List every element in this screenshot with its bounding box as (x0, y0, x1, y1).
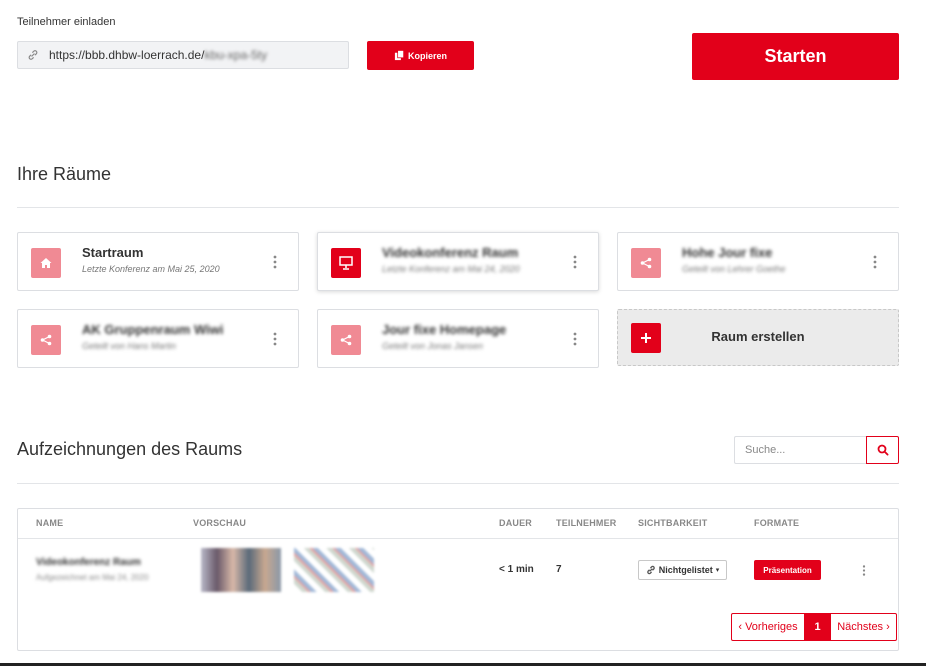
kebab-menu-icon[interactable] (872, 254, 878, 270)
kebab-menu-icon[interactable] (572, 331, 578, 347)
recordings-heading: Aufzeichnungen des Raums (17, 439, 243, 459)
visibility-label: Nichtgelistet (658, 565, 713, 575)
link-icon (28, 50, 38, 60)
kebab-menu-icon[interactable] (861, 564, 867, 577)
copy-button-label: Kopieren (407, 50, 447, 61)
kebab-menu-icon[interactable] (272, 331, 278, 347)
search-input[interactable] (734, 436, 867, 464)
column-header-participants: TEILNEHMER (556, 518, 617, 528)
room-subtitle: Letzte Konferenz am Mai 24, 2020 (382, 264, 520, 274)
room-card-shared-1[interactable]: Hohe Jour fixe Geteilt von Lehrer Goethe (617, 232, 899, 291)
search-button[interactable] (866, 436, 899, 464)
pagination-current-page[interactable]: 1 (805, 614, 830, 640)
visibility-dropdown[interactable]: Nichtgelistet ▾ (638, 560, 727, 580)
invite-label: Teilnehmer einladen (17, 16, 116, 28)
caret-down-icon: ▾ (715, 567, 720, 574)
room-card-shared-3[interactable]: Jour fixe Homepage Geteilt von Jonas Jan… (317, 309, 599, 368)
invite-url-suffix: kbu-xpa-5ty (204, 48, 268, 62)
room-card-startraum[interactable]: Startraum Letzte Konferenz am Mai 25, 20… (17, 232, 299, 291)
header-separator (18, 538, 898, 539)
room-card-shared-2[interactable]: AK Gruppenraum Wiwi Geteilt von Hans Mar… (17, 309, 299, 368)
copy-button[interactable]: Kopieren (367, 41, 474, 70)
share-icon (631, 248, 661, 278)
recording-date: Aufgezeichnet am Mai 24, 2020 (36, 573, 149, 582)
pagination-next[interactable]: Nächstes › (830, 614, 896, 640)
kebab-menu-icon[interactable] (272, 254, 278, 270)
room-title: AK Gruppenraum Wiwi (82, 322, 224, 337)
invite-url-field[interactable]: https://bbb.dhbw-loerrach.de/kbu-xpa-5ty (17, 41, 349, 69)
recording-participants: 7 (556, 564, 562, 575)
pagination: ‹ Vorheriges 1 Nächstes › (731, 613, 897, 641)
room-title: Jour fixe Homepage (382, 322, 507, 337)
column-header-formats: FORMATE (754, 518, 800, 528)
column-header-visibility: SICHTBARKEIT (638, 518, 708, 528)
create-room-label: Raum erstellen (711, 329, 805, 344)
room-card-videokonferenz[interactable]: Videokonferenz Raum Letzte Konferenz am … (317, 232, 599, 291)
start-button[interactable]: Starten (692, 33, 899, 80)
room-title: Startraum (82, 245, 144, 260)
pagination-prev[interactable]: ‹ Vorheriges (732, 614, 805, 640)
copy-icon (394, 50, 404, 61)
room-subtitle: Geteilt von Lehrer Goethe (682, 264, 786, 274)
column-header-duration: DAUER (499, 518, 533, 528)
home-icon (31, 248, 61, 278)
recordings-divider (17, 483, 899, 484)
rooms-divider (17, 207, 899, 208)
search-icon (877, 444, 888, 456)
room-subtitle: Geteilt von Jonas Jansen (382, 341, 484, 351)
link-icon (646, 565, 655, 575)
share-icon (31, 325, 61, 355)
room-subtitle: Letzte Konferenz am Mai 25, 2020 (82, 264, 220, 274)
invite-url-prefix: https://bbb.dhbw-loerrach.de/ (49, 48, 205, 62)
format-presentation-button[interactable]: Präsentation (754, 560, 821, 580)
recording-duration: < 1 min (499, 564, 534, 575)
presentation-icon (331, 248, 361, 278)
room-title: Hohe Jour fixe (682, 245, 773, 260)
column-header-preview: VORSCHAU (193, 518, 247, 528)
create-room-button[interactable]: Raum erstellen (617, 309, 899, 366)
share-icon (331, 325, 361, 355)
rooms-heading: Ihre Räume (17, 164, 112, 184)
recording-thumbnail[interactable] (294, 548, 374, 592)
recording-thumbnail[interactable] (201, 548, 281, 592)
column-header-name: NAME (36, 518, 64, 528)
kebab-menu-icon[interactable] (572, 254, 578, 270)
room-subtitle: Geteilt von Hans Martin (82, 341, 177, 351)
recording-name[interactable]: Videokonferenz Raum (36, 557, 141, 568)
room-title: Videokonferenz Raum (382, 245, 519, 260)
